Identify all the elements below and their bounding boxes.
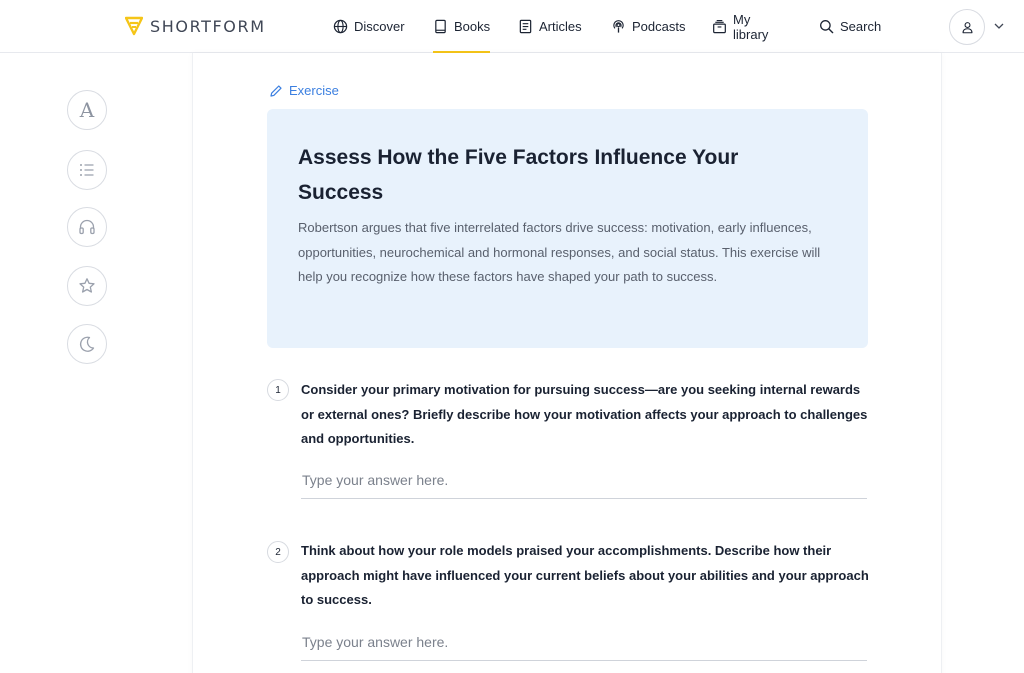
nav-podcasts[interactable]: Podcasts [611, 0, 685, 53]
user-icon [962, 21, 972, 33]
question-text: Consider your primary motivation for pur… [301, 382, 868, 446]
globe-icon [333, 19, 348, 34]
nav-articles[interactable]: Articles [518, 0, 582, 53]
nav-label: Discover [354, 19, 405, 34]
exercise-description: Robertson argues that five interrelated … [298, 220, 821, 284]
answer-input-2[interactable] [301, 623, 867, 661]
question-number-badge: 1 [267, 379, 289, 401]
chevron-down-icon[interactable] [993, 20, 1005, 32]
nav-discover[interactable]: Discover [333, 0, 405, 53]
brand-name: SHORTFORM [150, 16, 266, 36]
star-icon [79, 278, 95, 293]
audio-button[interactable] [67, 207, 107, 247]
nav-label: Articles [539, 19, 582, 34]
exercise-title: Assess How the Five Factors Influence Yo… [298, 146, 739, 204]
question-text: Think about how your role models praised… [301, 543, 869, 607]
library-icon [712, 19, 727, 34]
account-avatar-button[interactable] [949, 9, 985, 45]
nav-label: Books [454, 19, 491, 34]
headphones-icon [79, 219, 95, 235]
top-navigation-bar: SHORTFORM Discover Books Articles Podcas… [0, 0, 1024, 54]
article-icon [518, 19, 533, 34]
table-of-contents-icon [80, 164, 94, 176]
nav-books[interactable]: Books [433, 0, 491, 54]
podcast-icon [611, 19, 626, 34]
question-number-badge: 2 [267, 541, 289, 563]
shortform-logo[interactable]: SHORTFORM [125, 16, 266, 36]
nav-my-library[interactable]: My library [712, 0, 768, 53]
font-settings-button[interactable]: A [67, 90, 107, 130]
dark-mode-button[interactable] [67, 324, 107, 364]
answer-input-1[interactable] [301, 461, 867, 499]
exercise-label: Exercise [269, 83, 339, 98]
search-icon [819, 19, 834, 34]
moon-icon [79, 336, 95, 352]
font-settings-icon: A [79, 98, 95, 122]
nav-search[interactable]: Search [819, 0, 881, 53]
nav-label: Search [840, 19, 882, 34]
exercise-intro-callout: Assess How the Five Factors Influence Yo… [267, 109, 868, 348]
nav-label: Podcasts [632, 19, 686, 34]
favorite-button[interactable] [67, 266, 107, 306]
book-icon [433, 19, 448, 34]
pencil-icon [270, 84, 282, 97]
nav-label: My library [733, 11, 769, 42]
shortform-logo-icon [125, 16, 143, 36]
exercise-label-text: Exercise [289, 83, 339, 98]
table-of-contents-button[interactable] [67, 150, 107, 190]
